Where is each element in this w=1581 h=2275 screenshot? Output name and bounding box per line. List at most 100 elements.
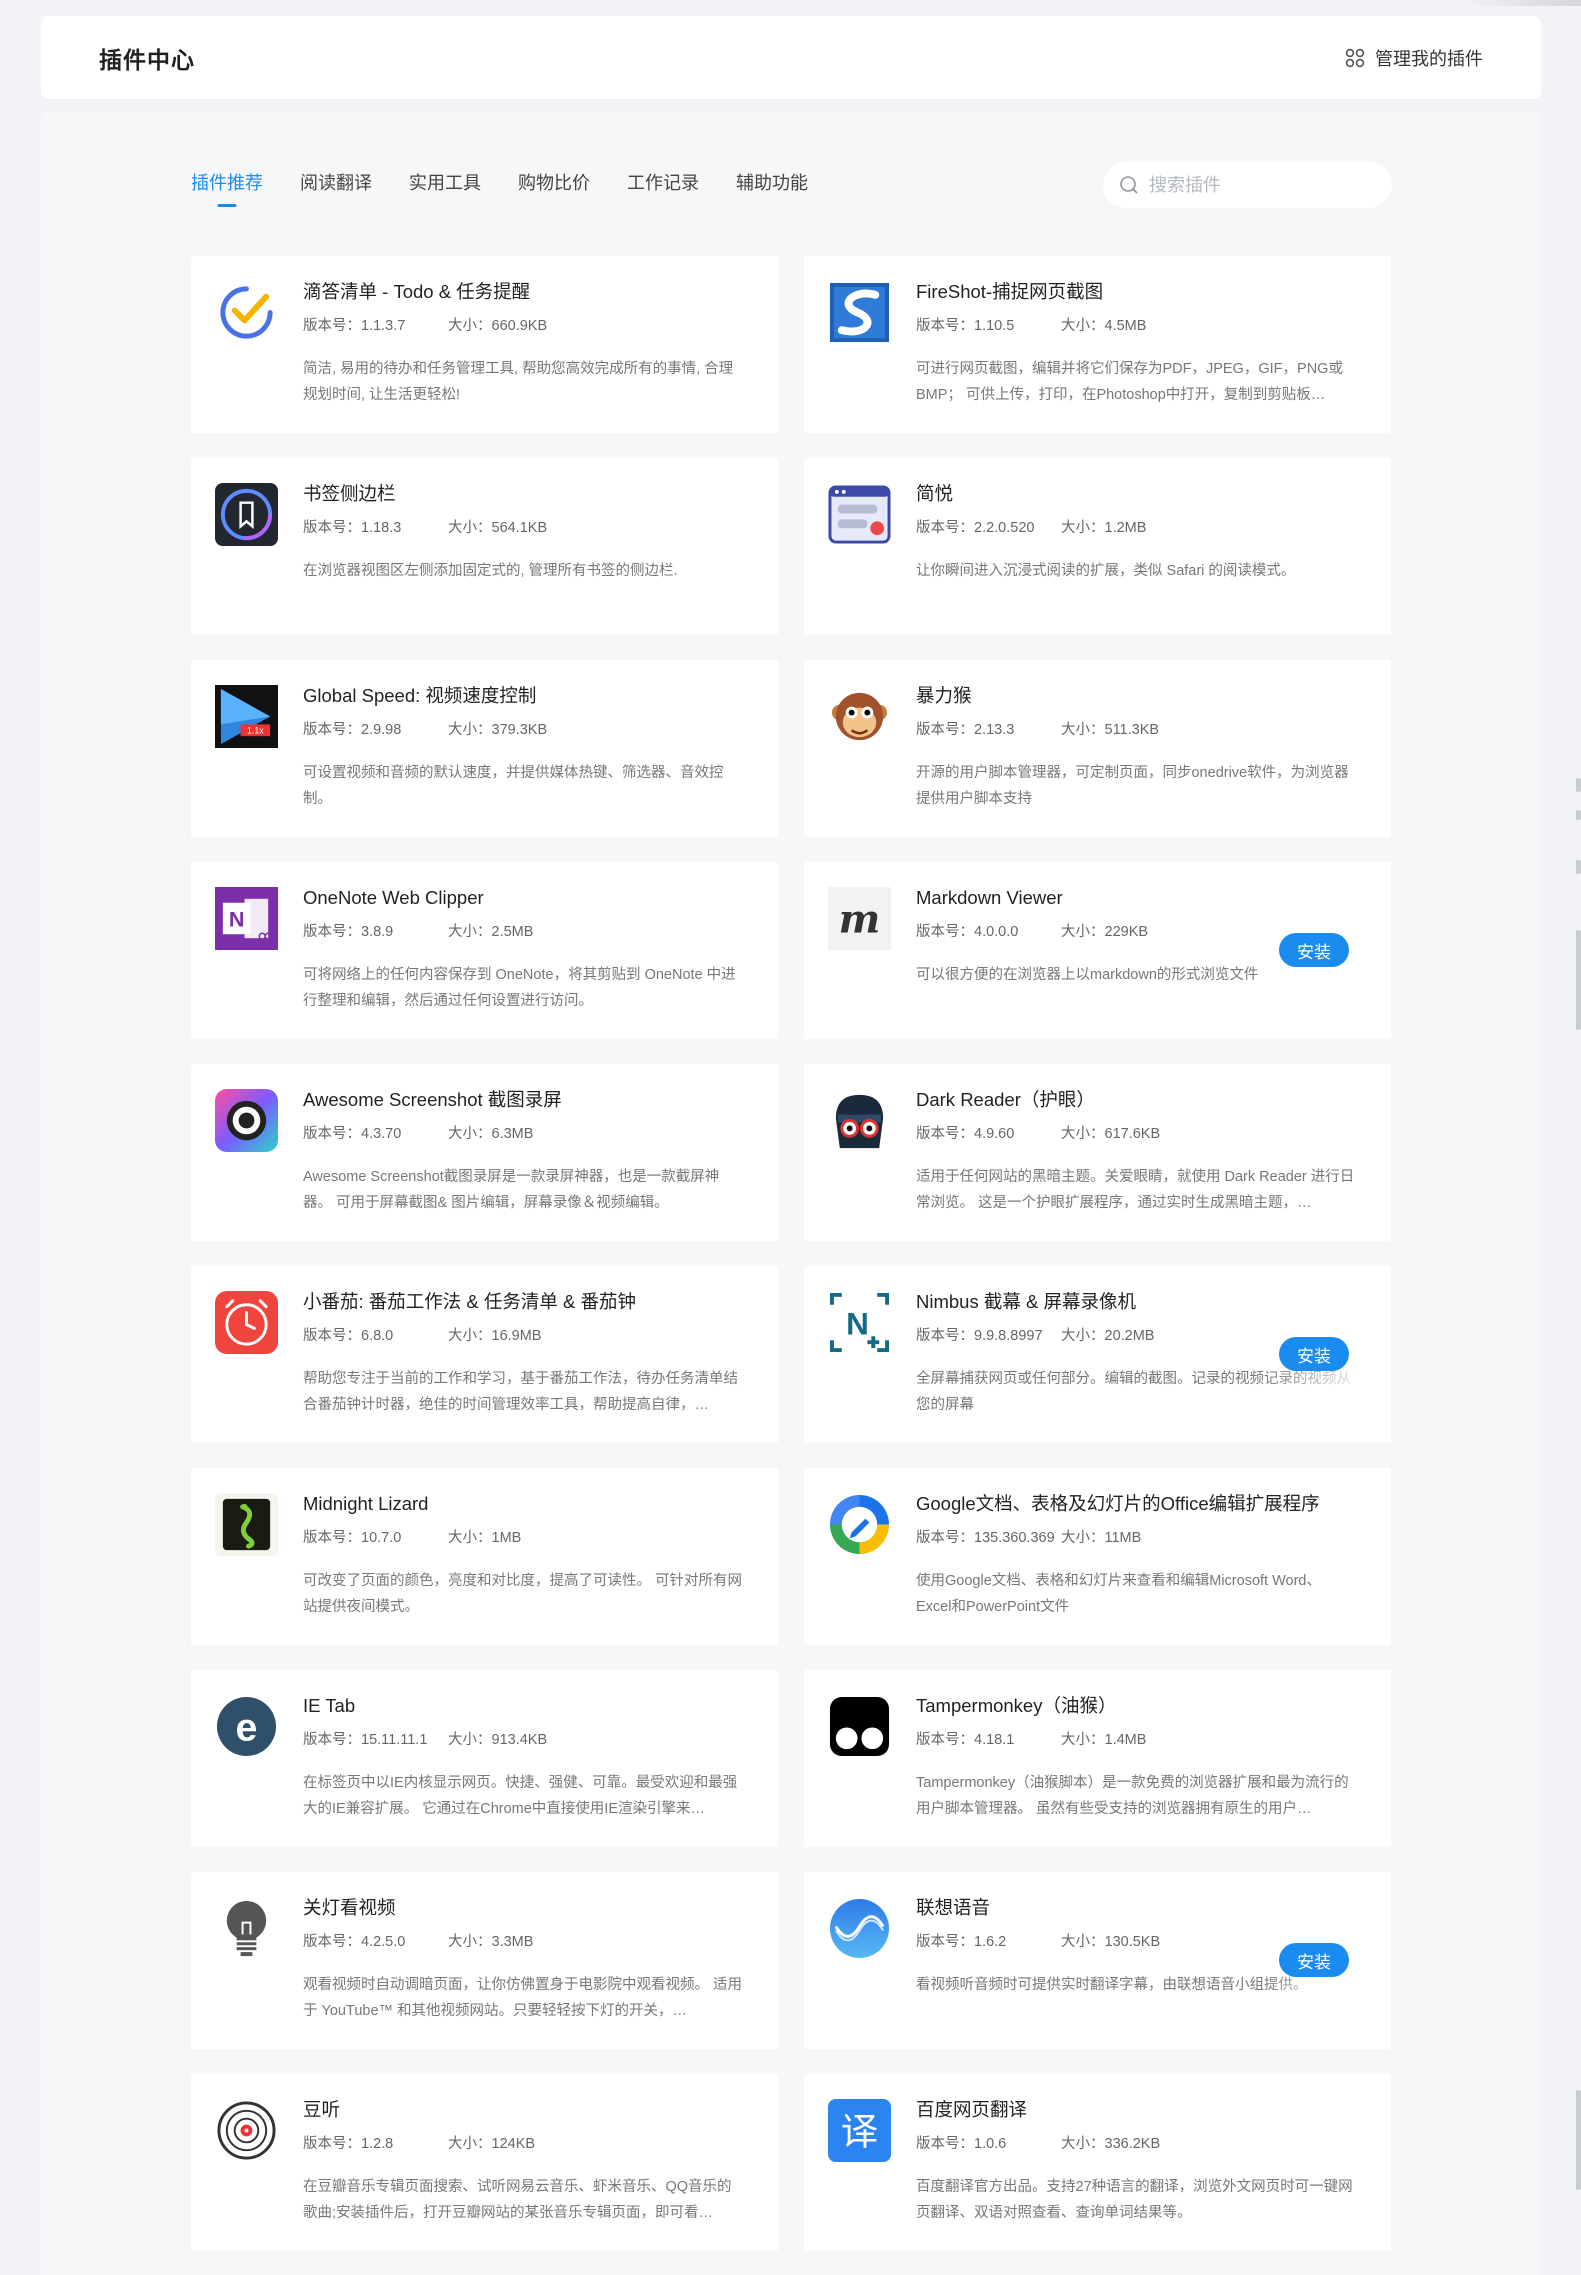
plugin-card[interactable]: 书签侧边栏 版本号：1.18.3 大小：564.1KB 在浏览器视图区左侧添加固定式的…	[191, 458, 778, 635]
scroll-mark	[1576, 930, 1581, 1030]
plugin-size: 大小：379.3KB	[448, 722, 548, 738]
plugin-card[interactable]: Awesome Screenshot 截图录屏 版本号：4.3.70 大小：6.3M…	[191, 1064, 778, 1241]
dark-reader-icon	[828, 1089, 891, 1152]
plugin-description: Awesome Screenshot截图录屏是一款录屏神器，也是一款截屏神器。 …	[303, 1169, 720, 1211]
plugin-card[interactable]: N Nimbus 截幕 & 屏幕录像机 版本号：9.9.8.8997 大小：20.2M…	[804, 1266, 1391, 1443]
plugin-card[interactable]: N OneNote Web Clipper 版本号：3.8.9 大小：2.5MB 可将网…	[191, 862, 778, 1039]
plugin-size: 大小：511.3KB	[1061, 722, 1160, 738]
plugin-version: 版本号：10.7.0	[303, 1530, 402, 1546]
install-button[interactable]: 安装	[1279, 933, 1349, 967]
plugin-size: 大小：336.2KB	[1061, 2136, 1161, 2152]
search-input[interactable]	[1149, 174, 1369, 196]
plugin-version: 版本号：2.13.3	[916, 722, 1015, 738]
plugin-version: 版本号：4.0.0.0	[916, 924, 1019, 940]
search-icon	[1120, 176, 1138, 194]
search-box[interactable]	[1103, 162, 1392, 208]
plugin-meta: 版本号：4.3.70 大小：6.3MB	[303, 1125, 754, 1143]
plugin-version: 版本号：15.11.11.1	[303, 1732, 428, 1748]
svg-text:N: N	[846, 1305, 869, 1341]
plugin-version: 版本号：1.1.3.7	[303, 318, 406, 334]
category-tabs: 插件推荐 阅读翻译 实用工具 购物比价 工作记录 辅助功能	[191, 169, 845, 207]
plugin-version: 版本号：9.9.8.8997	[916, 1328, 1043, 1344]
plugin-meta: 版本号：135.360.369 大小：11MB	[916, 1529, 1367, 1547]
ticktick-icon	[215, 281, 278, 344]
grid-icon	[1345, 48, 1365, 67]
svg-text:N: N	[229, 906, 245, 931]
plugin-grid: 滴答清单 - Todo & 任务提醒版本号：1.1.3.7 大小：660.9KB 简…	[191, 256, 1391, 2251]
header-bar: 插件中心 管理我的插件	[41, 16, 1541, 99]
tab-5[interactable]: 辅助功能	[736, 169, 808, 207]
plugin-card[interactable]: Dark Reader（护眼） 版本号：4.9.60 大小：617.6KB 适用于任何…	[804, 1064, 1391, 1241]
plugin-card[interactable]: 1.1x Global Speed: 视频速度控制版本号：2.9.98 大小：379…	[191, 660, 778, 837]
plugin-size: 大小：229KB	[1061, 924, 1149, 940]
plugin-description: 可设置视频和音频的默认速度，并提供媒体热键、筛选器、音效控制。	[303, 765, 724, 807]
plugin-name: Midnight Lizard	[303, 1493, 429, 1514]
plugin-meta: 版本号：2.13.3 大小：511.3KB	[916, 721, 1367, 739]
tab-0[interactable]: 插件推荐	[191, 169, 263, 207]
tab-4[interactable]: 工作记录	[627, 169, 699, 207]
tab-2[interactable]: 实用工具	[409, 169, 481, 207]
plugin-size: 大小：2.5MB	[448, 924, 534, 940]
install-button[interactable]: 安装	[1279, 1943, 1349, 1977]
plugin-version: 版本号：2.9.98	[303, 722, 402, 738]
plugin-card[interactable]: 小番茄: 番茄工作法 & 任务清单 & 番茄钟 版本号：6.8.0 大小：16.9M…	[191, 1266, 778, 1443]
plugin-size: 大小：11MB	[1061, 1530, 1142, 1546]
plugin-card[interactable]: e IE Tab 版本号：15.11.11.1 大小：913.4KB 在标签页中以IE内…	[191, 1670, 778, 1847]
plugin-card[interactable]: 简悦 版本号：2.2.0.520 大小：1.2MB 让你瞬间进入沉浸式阅读的扩展，类似…	[804, 458, 1391, 635]
onenote-icon: N	[215, 887, 278, 950]
tab-3[interactable]: 购物比价	[518, 169, 590, 207]
plugin-card[interactable]: 译 百度网页翻译 版本号：1.0.6 大小：336.2KB 百度翻译官方出品。支持27种…	[804, 2074, 1391, 2251]
awesome-screenshot-icon	[215, 1089, 278, 1152]
plugin-meta: 版本号：2.2.0.520 大小：1.2MB	[916, 519, 1367, 537]
plugin-meta: 版本号：3.8.9 大小：2.5MB	[303, 923, 754, 941]
plugin-size: 大小：16.9MB	[448, 1328, 542, 1344]
install-button[interactable]: 安装	[1279, 1337, 1349, 1371]
plugin-description: 让你瞬间进入沉浸式阅读的扩展，类似 Safari 的阅读模式。	[916, 563, 1296, 579]
bookmark-sidebar-icon	[215, 483, 278, 546]
plugin-version: 版本号：1.10.5	[916, 318, 1015, 334]
plugin-name: 滴答清单 - Todo & 任务提醒	[303, 281, 531, 302]
plugin-card[interactable]: 联想语音 版本号：1.6.2 大小：130.5KB 看视频听音频时可提供实时翻译字幕，…	[804, 1872, 1391, 2049]
lenovo-voice-icon	[828, 1897, 891, 1960]
plugin-card[interactable]: Midnight Lizard 版本号：10.7.0 大小：1MB 可改变了页面的颜色…	[191, 1468, 778, 1645]
plugin-size: 大小：1.2MB	[1061, 520, 1147, 536]
baidu-translate-icon: 译	[828, 2099, 891, 2162]
plugin-card[interactable]: 暴力猴 版本号：2.13.3 大小：511.3KB 开源的用户脚本管理器，可定制页面，…	[804, 660, 1391, 837]
plugin-card[interactable]: 滴答清单 - Todo & 任务提醒 版本号：1.1.3.7 大小：660.9KB 简…	[191, 256, 778, 433]
speed-badge: 1.1x	[247, 726, 264, 736]
scrollbar-track[interactable]	[1575, 0, 1581, 2275]
plugin-meta: 版本号：4.18.1 大小：1.4MB	[916, 1731, 1367, 1749]
plugin-meta: 版本号：10.7.0 大小：1MB	[303, 1529, 754, 1547]
plugin-card[interactable]: 关灯看视频 版本号：4.2.5.0 大小：3.3MB 观看视频时自动调暗页面，让你仿佛…	[191, 1872, 778, 2049]
plugin-card[interactable]: Tampermonkey（油猴） 版本号：4.18.1 大小：1.4MB Tamper…	[804, 1670, 1391, 1847]
plugin-version: 版本号：4.9.60	[916, 1126, 1015, 1142]
plugin-version: 版本号：135.360.369	[916, 1530, 1055, 1546]
tab-1[interactable]: 阅读翻译	[300, 169, 372, 207]
plugin-card[interactable]: m Markdown Viewer 版本号：4.0.0.0 大小：229KB 可以很方便…	[804, 862, 1391, 1039]
plugin-description: 使用Google文档、表格和幻灯片来查看和编辑Microsoft Word、Ex…	[916, 1573, 1321, 1615]
manage-plugins-link[interactable]: 管理我的插件	[1345, 45, 1483, 71]
scroll-mark	[1576, 778, 1581, 792]
plugin-name: Global Speed: 视频速度控制	[303, 685, 537, 706]
global-speed-icon: 1.1x	[215, 685, 278, 748]
plugin-meta: 版本号：1.2.8 大小：124KB	[303, 2135, 754, 2153]
plugin-size: 大小：130.5KB	[1061, 1934, 1161, 1950]
plugin-card[interactable]: FireShot-捕捉网页截图 版本号：1.10.5 大小：4.5MB 可进行网页截图…	[804, 256, 1391, 433]
manage-plugins-label: 管理我的插件	[1375, 48, 1483, 69]
plugin-description: 观看视频时自动调暗页面，让你仿佛置身于电影院中观看视频。 适用于 YouTube…	[303, 1977, 743, 2019]
plugin-version: 版本号：6.8.0	[303, 1328, 394, 1344]
svg-text:m: m	[839, 896, 881, 942]
plugin-description: 开源的用户脚本管理器，可定制页面，同步onedrive软件，为浏览器提供用户脚本…	[916, 765, 1349, 807]
plugin-name: Dark Reader（护眼）	[916, 1089, 1095, 1110]
nimbus-icon: N	[828, 1291, 891, 1354]
plugin-card[interactable]: 豆听 版本号：1.2.8 大小：124KB 在豆瓣音乐专辑页面搜索、试听网易云音乐、虾…	[191, 2074, 778, 2251]
plugin-name: Tampermonkey（油猴）	[916, 1695, 1117, 1716]
plugin-card[interactable]: Google文档、表格及幻灯片的Office编辑扩展程序 版本号：135.360.…	[804, 1468, 1391, 1645]
plugin-version: 版本号：3.8.9	[303, 924, 394, 940]
plugin-meta: 版本号：1.1.3.7 大小：660.9KB	[303, 317, 754, 335]
plugin-size: 大小：617.6KB	[1061, 1126, 1161, 1142]
plugin-name: 书签侧边栏	[303, 483, 396, 504]
plugin-name: 关灯看视频	[303, 1897, 396, 1918]
violentmonkey-icon	[828, 685, 891, 748]
plugin-version: 版本号：1.2.8	[303, 2136, 394, 2152]
